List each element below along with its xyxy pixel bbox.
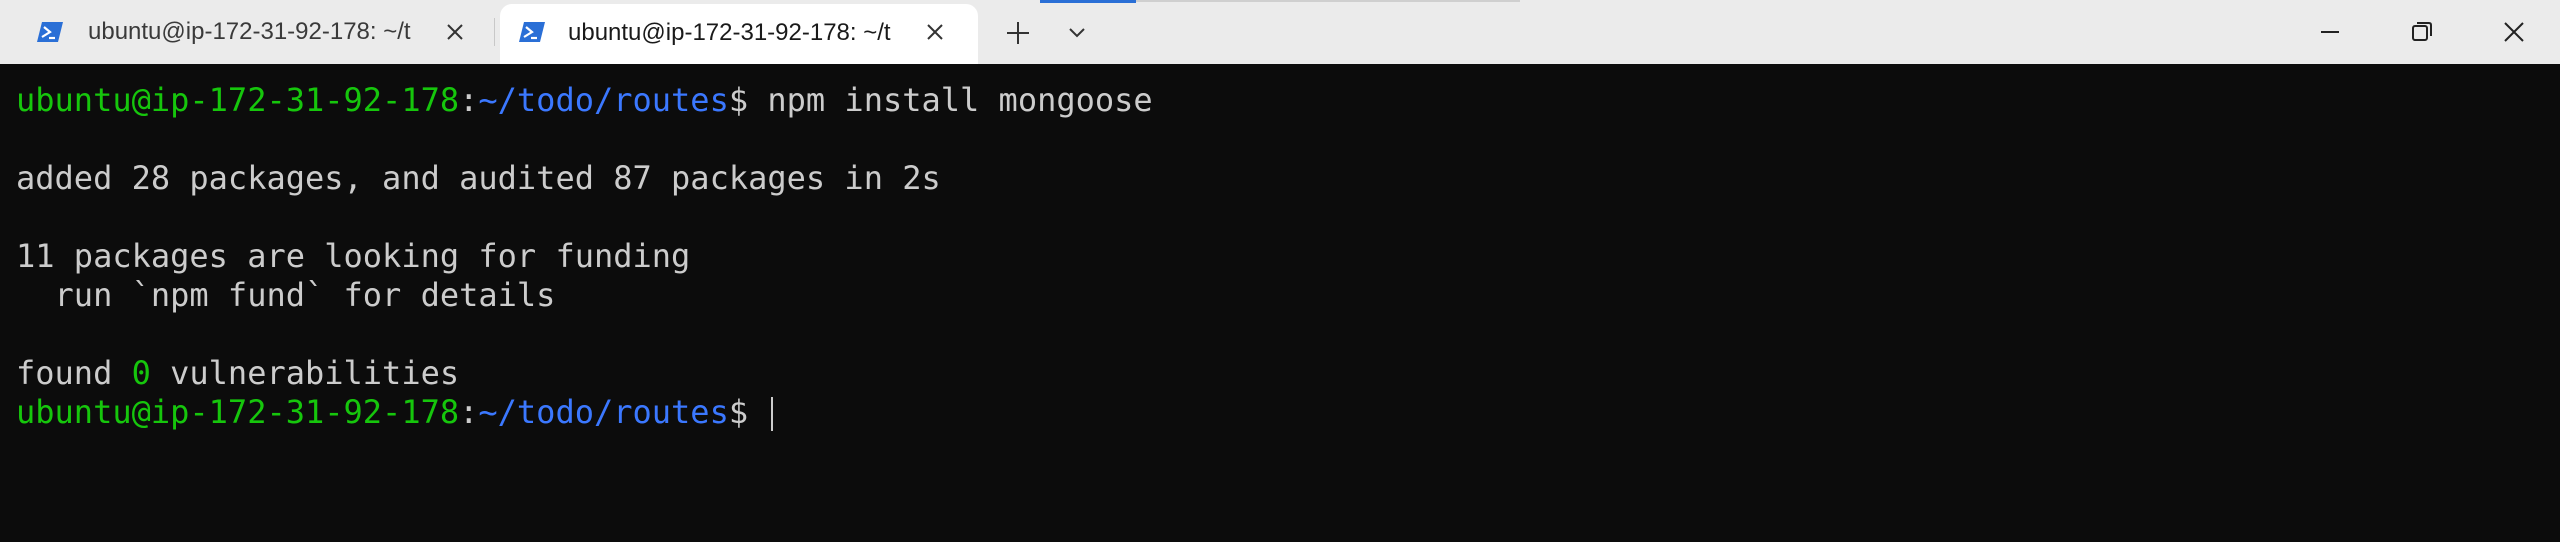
powershell-icon — [519, 22, 545, 42]
output-vulnerabilities: found 0 vulnerabilities — [16, 354, 2560, 393]
prompt-user-host: ubuntu@ip-172-31-92-178 — [16, 81, 460, 119]
close-icon[interactable] — [922, 19, 948, 45]
tab-1[interactable]: ubuntu@ip-172-31-92-178: ~/t — [0, 0, 490, 64]
prompt-user-host: ubuntu@ip-172-31-92-178 — [16, 393, 460, 431]
tab-divider — [494, 18, 495, 46]
close-window-button[interactable] — [2468, 0, 2560, 64]
command-line: ubuntu@ip-172-31-92-178:~/todo/routes$ n… — [16, 81, 2560, 120]
tab-title: ubuntu@ip-172-31-92-178: ~/t — [88, 18, 411, 45]
current-prompt: ubuntu@ip-172-31-92-178:~/todo/routes$ — [16, 393, 2560, 432]
tab-2[interactable]: ubuntu@ip-172-31-92-178: ~/t — [500, 4, 978, 64]
text-cursor — [771, 397, 774, 431]
output-funding: 11 packages are looking for funding — [16, 237, 691, 275]
prompt-colon: : — [459, 81, 479, 119]
maximize-button[interactable] — [2376, 0, 2468, 64]
vulnerability-count: 0 — [131, 354, 151, 392]
maximize-icon — [2412, 22, 2432, 41]
close-icon[interactable] — [442, 19, 468, 45]
close-icon — [2504, 22, 2524, 42]
powershell-icon — [37, 22, 63, 42]
prompt-colon: : — [459, 393, 479, 431]
minimize-button[interactable] — [2284, 0, 2376, 64]
output-funding-hint: run `npm fund` for details — [16, 276, 556, 314]
tab-title: ubuntu@ip-172-31-92-178: ~/t — [568, 19, 891, 46]
chevron-down-icon[interactable] — [1060, 18, 1094, 48]
output-added: added 28 packages, and audited 87 packag… — [16, 159, 941, 197]
prompt-symbol: $ — [728, 81, 749, 119]
found-prefix: found — [16, 354, 132, 392]
prompt-symbol: $ — [728, 393, 749, 431]
progress-indicator — [1040, 0, 1136, 3]
found-suffix: vulnerabilities — [150, 354, 460, 392]
terminal-output[interactable]: ubuntu@ip-172-31-92-178:~/todo/routes$ n… — [0, 64, 2560, 542]
title-bar[interactable]: ubuntu@ip-172-31-92-178: ~/t ubuntu@ip-1… — [0, 0, 2560, 64]
prompt-path: ~/todo/routes — [478, 393, 729, 431]
command-text: npm install mongoose — [767, 81, 1153, 119]
terminal-window: ubuntu@ip-172-31-92-178: ~/t ubuntu@ip-1… — [0, 0, 2560, 542]
prompt-path: ~/todo/routes — [478, 81, 729, 119]
minimize-icon — [2321, 31, 2339, 33]
plus-icon[interactable] — [998, 18, 1038, 48]
